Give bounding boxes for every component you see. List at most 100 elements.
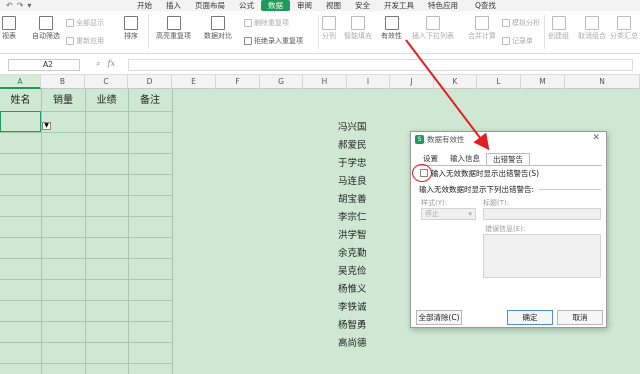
title-input[interactable] xyxy=(483,208,601,220)
smart-fill-icon xyxy=(351,16,365,30)
list-item[interactable]: 杨惟义 xyxy=(338,281,388,295)
message-textarea[interactable] xyxy=(483,234,601,278)
column-headers: A B C D E F G H I J K L M N xyxy=(0,75,640,89)
chevron-down-icon: ▾ xyxy=(468,210,472,218)
show-error-checkbox[interactable] xyxy=(420,169,428,177)
tab-input-message[interactable]: 输入信息 xyxy=(444,153,486,165)
validity-icon xyxy=(384,16,399,30)
create-group-button[interactable]: 创建组 xyxy=(548,16,569,41)
column-header[interactable]: D xyxy=(128,75,172,89)
reject-duplicates-button[interactable]: 拒绝录入重复项 xyxy=(244,36,303,46)
close-icon[interactable]: ✕ xyxy=(592,133,600,143)
merge-calc-button[interactable]: 合并计算 xyxy=(468,16,496,41)
highlight-duplicates-icon xyxy=(166,16,181,30)
column-header[interactable]: I xyxy=(347,75,390,89)
list-item[interactable]: 高尚德 xyxy=(338,335,388,349)
list-item[interactable]: 李宗仁 xyxy=(338,209,388,223)
split-columns-button[interactable]: 分列 xyxy=(322,16,336,41)
list-item[interactable]: 李铁诚 xyxy=(338,299,388,313)
reapply-button[interactable]: 重新应用 xyxy=(66,36,104,46)
highlight-duplicates-button[interactable]: 高亮重复项 xyxy=(156,16,191,41)
name-box[interactable]: A2 xyxy=(8,59,80,71)
title-label: 标题(T): xyxy=(483,199,510,207)
simulate-analysis-button[interactable]: 模拟分析 xyxy=(502,18,540,28)
column-header[interactable]: K xyxy=(434,75,477,89)
ribbon: 视表 自动筛选 全部显示 重新应用 排序 高亮重复项 数据对比 删除重复项 拒绝… xyxy=(0,11,640,54)
ungroup-button[interactable]: 取消组合 xyxy=(578,16,606,41)
menu-formula[interactable]: 公式 xyxy=(232,0,261,11)
list-item[interactable]: 余克勤 xyxy=(338,245,388,259)
column-header[interactable]: J xyxy=(390,75,434,89)
cell-dropdown-icon[interactable]: ▼ xyxy=(42,122,51,130)
menu-view[interactable]: 视图 xyxy=(319,0,348,11)
column-header[interactable]: L xyxy=(477,75,521,89)
column-header[interactable]: M xyxy=(521,75,565,89)
column-header[interactable]: G xyxy=(260,75,303,89)
insert-dropdown-button[interactable]: 插入下拉列表 xyxy=(412,16,454,41)
delete-duplicates-button[interactable]: 删除重复项 xyxy=(244,18,289,28)
list-item[interactable]: 马连良 xyxy=(338,173,388,187)
autofilter-button[interactable]: 自动筛选 xyxy=(32,16,60,41)
validity-button[interactable]: 有效性 xyxy=(381,16,402,41)
menu-dev-tools[interactable]: 开发工具 xyxy=(377,0,421,11)
clear-all-button[interactable]: 全部清除(C) xyxy=(416,310,462,325)
menu-review[interactable]: 审阅 xyxy=(290,0,319,11)
record-form-icon xyxy=(502,37,510,45)
quick-access-toolbar: ↶ ↷ ▾ xyxy=(0,1,130,10)
menu-special-apps[interactable]: 特色应用 xyxy=(421,0,465,11)
column-header[interactable]: N xyxy=(565,75,640,89)
column-header[interactable]: F xyxy=(216,75,260,89)
subtotal-button[interactable]: 分类汇总 xyxy=(610,16,638,41)
show-all-icon xyxy=(66,19,74,27)
list-item[interactable]: 洪学智 xyxy=(338,227,388,241)
list-item[interactable]: 胡宝善 xyxy=(338,191,388,205)
show-error-checkbox-label[interactable]: 输入无效数据时显示出错警告(S) xyxy=(431,168,539,179)
list-item[interactable]: 冯兴国 xyxy=(338,119,388,133)
header-notes[interactable]: 备注 xyxy=(128,90,172,111)
header-sales[interactable]: 销量 xyxy=(41,90,85,111)
cancel-button[interactable]: 取消 xyxy=(557,310,603,325)
menu-start[interactable]: 开始 xyxy=(130,0,159,11)
header-name[interactable]: 姓名 xyxy=(0,90,41,111)
search-button[interactable]: Q查找 xyxy=(475,0,496,11)
data-compare-button[interactable]: 数据对比 xyxy=(204,16,232,41)
menu-data[interactable]: 数据 xyxy=(261,0,290,11)
zoom-icon[interactable]: ⌕ xyxy=(96,59,100,69)
list-item[interactable]: 郝爱民 xyxy=(338,137,388,151)
pivot-table-button[interactable]: 视表 xyxy=(2,16,16,41)
list-item[interactable]: 杨智勇 xyxy=(338,317,388,331)
menu-insert[interactable]: 插入 xyxy=(159,0,188,11)
header-performance[interactable]: 业绩 xyxy=(85,90,128,111)
dialog-title-bar[interactable]: S 数据有效性 ✕ xyxy=(411,132,606,147)
undo-icon[interactable]: ↶ xyxy=(6,1,13,10)
show-all-button[interactable]: 全部显示 xyxy=(66,18,104,28)
sort-icon xyxy=(124,16,138,30)
selected-cell[interactable] xyxy=(0,111,41,132)
split-columns-icon xyxy=(322,16,336,30)
insert-dropdown-icon xyxy=(426,16,440,30)
create-group-icon xyxy=(551,16,566,30)
ok-button[interactable]: 确定 xyxy=(507,310,553,325)
list-item[interactable]: 于学忠 xyxy=(338,155,388,169)
column-header[interactable]: A xyxy=(0,75,41,89)
record-form-button[interactable]: 记录单 xyxy=(502,36,533,46)
smart-fill-button[interactable]: 智能填充 xyxy=(344,16,372,41)
list-item[interactable]: 吴克俭 xyxy=(338,263,388,277)
fx-icon[interactable]: fx xyxy=(107,59,114,69)
data-compare-icon xyxy=(211,16,225,30)
column-header[interactable]: B xyxy=(41,75,85,89)
menu-page-layout[interactable]: 页面布局 xyxy=(188,0,232,11)
style-select[interactable]: 停止 ▾ xyxy=(421,208,476,220)
column-header[interactable]: C xyxy=(85,75,128,89)
sort-button[interactable]: 排序 xyxy=(124,16,138,41)
subtotal-icon xyxy=(617,16,631,30)
menu-security[interactable]: 安全 xyxy=(348,0,377,11)
redo-icon[interactable]: ↷ xyxy=(17,1,24,10)
message-label: 错误信息(E): xyxy=(485,225,526,233)
app-icon: S xyxy=(415,135,424,144)
column-header[interactable]: H xyxy=(303,75,347,89)
dropdown-icon[interactable]: ▾ xyxy=(27,1,31,10)
ungroup-icon xyxy=(585,16,599,30)
formula-input[interactable] xyxy=(128,59,633,71)
column-header[interactable]: E xyxy=(172,75,216,89)
